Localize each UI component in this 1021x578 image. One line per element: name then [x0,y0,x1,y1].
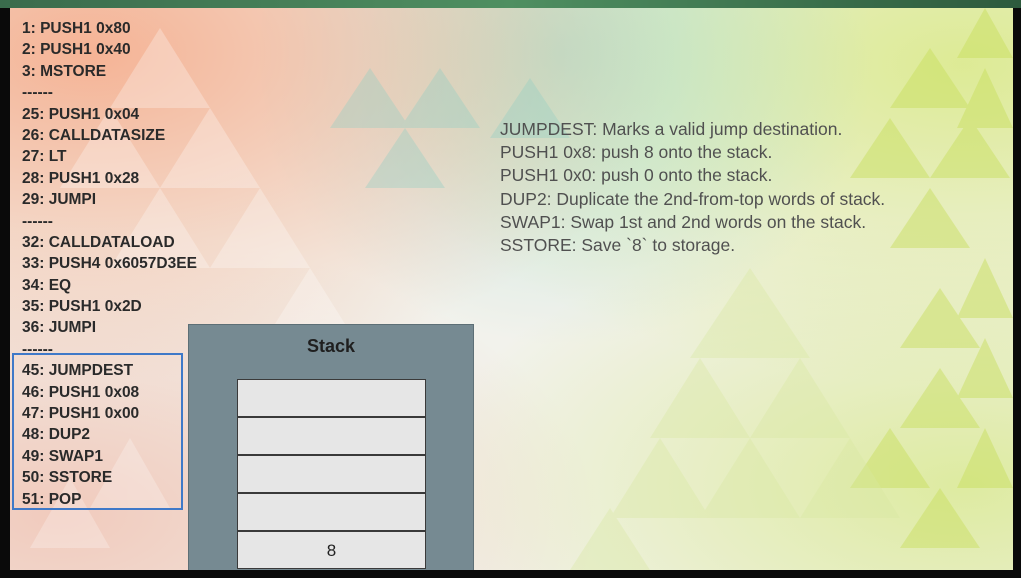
opcode-line: 28: PUSH1 0x28 [22,169,140,187]
description-push-8: PUSH1 0x8: push 8 onto the stack. [500,142,773,163]
opcode-line: 32: CALLDATALOAD [22,233,175,251]
description-swap1: SWAP1: Swap 1st and 2nd words on the sta… [500,211,867,232]
opcode-line: 27: LT [22,148,67,166]
description-sstore: SSTORE: Save `8` to storage. [500,235,736,256]
opcode-line: 29: JUMPI [22,191,97,209]
opcode-line: 3: MSTORE [22,62,107,80]
opcode-line: 2: PUSH1 0x40 [22,41,131,59]
opcode-separator: ------ [22,84,53,102]
description-jumpdest: JUMPDEST: Marks a valid jump destination… [500,119,843,139]
stack-panel: Stack 8 [188,324,474,570]
top-frame-bar [0,0,1021,8]
highlighted-opcodes-box [12,353,183,510]
description-push-0: PUSH1 0x0: push 0 onto the stack. [500,165,773,186]
opcode-descriptions: JUMPDEST: Marks a valid jump destination… [500,118,885,257]
opcode-line: 1: PUSH1 0x80 [22,20,131,37]
stack-slot [237,455,426,493]
opcode-line: 34: EQ [22,276,72,294]
slide: 1: PUSH1 0x80 2: PUSH1 0x40 3: MSTORE --… [10,8,1013,570]
opcode-separator: ------ [22,212,53,230]
opcode-line: 26: CALLDATASIZE [22,126,166,144]
stack-slot [237,379,426,417]
opcode-line: 25: PUSH1 0x04 [22,105,140,123]
stack-slot-top-value: 8 [237,531,426,569]
stack-slot [237,493,426,531]
opcode-line: 36: JUMPI [22,319,97,337]
opcode-line: 33: PUSH4 0x6057D3EE [22,255,197,273]
description-dup2: DUP2: Duplicate the 2nd-from-top words o… [500,188,886,209]
opcode-line: 35: PUSH1 0x2D [22,298,142,316]
stack-slot [237,417,426,455]
stack-title: Stack [306,336,356,356]
